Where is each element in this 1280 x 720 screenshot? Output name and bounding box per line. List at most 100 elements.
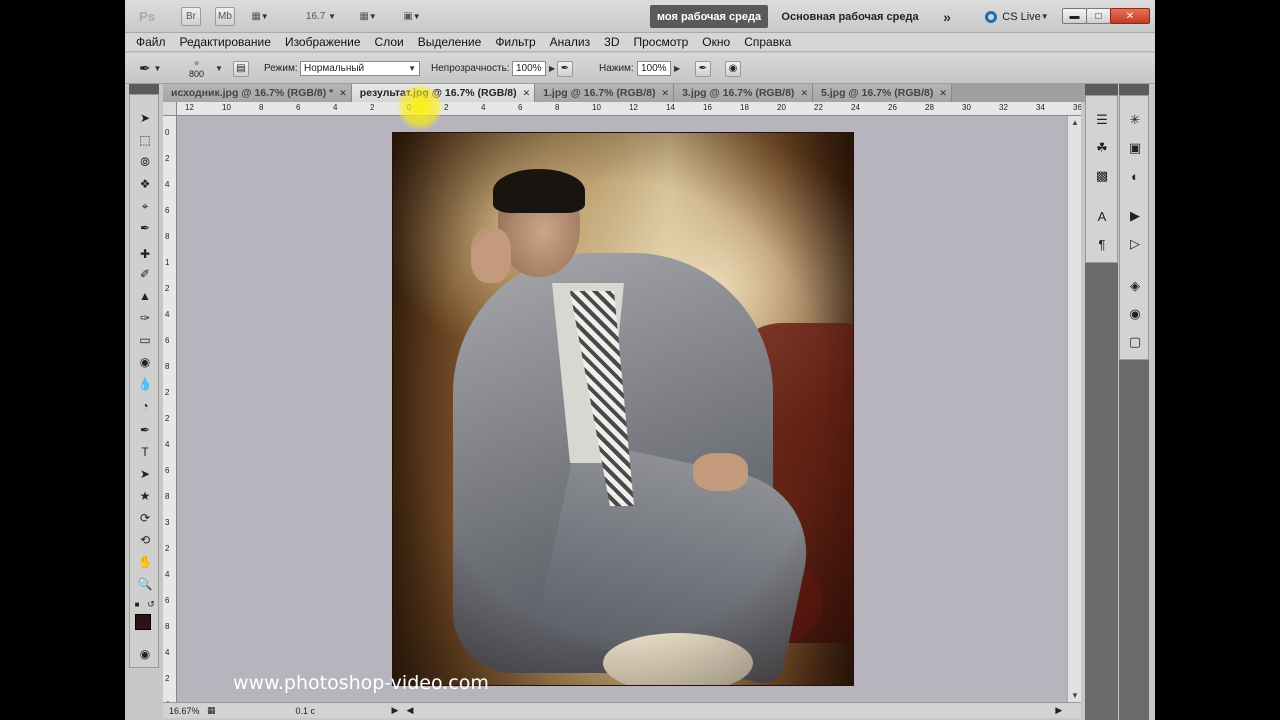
marquee-tool-icon[interactable]: ⬚ <box>136 131 154 149</box>
menu-layers[interactable]: Слои <box>375 35 404 49</box>
arrange-documents-icon[interactable]: ▦ ▼ <box>353 7 383 26</box>
history-brush-tool-icon[interactable]: ✑ <box>136 309 154 327</box>
mode-select[interactable]: Нормальный ▼ <box>300 53 420 84</box>
airbrush-toggle[interactable]: ✒ <box>695 53 711 84</box>
close-icon[interactable]: ✕ <box>800 88 808 99</box>
tab-1[interactable]: 1.jpg @ 16.7% (RGB/8) ✕ <box>535 84 675 102</box>
navigator-icon[interactable]: ✳ <box>1125 110 1145 130</box>
document-info-icon[interactable]: ▦ <box>207 705 216 716</box>
quick-selection-tool-icon[interactable]: ❖ <box>136 175 154 193</box>
panel-dock-header-2[interactable] <box>1119 84 1149 95</box>
zoom-tool-icon[interactable]: 🔍 <box>136 575 154 593</box>
hand-tool-icon[interactable]: ✋ <box>136 553 154 571</box>
horizontal-ruler[interactable]: 1210864202468101214161820222426283032343… <box>177 102 1081 116</box>
dodge-tool-icon[interactable]: ◔ <box>136 397 154 415</box>
toolbox-header[interactable] <box>129 84 159 94</box>
tab-result[interactable]: результат.jpg @ 16.7% (RGB/8)✕ <box>351 84 536 102</box>
workspace-essentials-button[interactable]: Основная рабочая среда <box>777 7 923 26</box>
layers-icon[interactable]: ◈ <box>1125 276 1145 296</box>
actions-icon[interactable]: ▶ <box>1125 206 1145 226</box>
screen-mode-icon[interactable]: ▣ ▼ <box>397 7 427 26</box>
move-tool-icon[interactable]: ➤ <box>136 109 154 127</box>
menu-select[interactable]: Выделение <box>418 35 482 49</box>
brush-picker[interactable]: ● 800 <box>189 53 204 84</box>
menu-window[interactable]: Окно <box>702 35 730 49</box>
tab-3[interactable]: 3.jpg @ 16.7% (RGB/8) ✕ <box>674 84 813 102</box>
zoom-level-dropdown[interactable]: 16.7 ▼ <box>301 7 341 26</box>
tab-source[interactable]: исходник.jpg @ 16.7% (RGB/8) * ✕ <box>163 84 352 102</box>
menu-view[interactable]: Просмотр <box>633 35 688 49</box>
hscroll-right-icon[interactable]: ▶ <box>1055 705 1062 716</box>
swap-colors-icon[interactable]: ↺ <box>146 595 156 613</box>
clone-source-icon[interactable]: ▩ <box>1092 166 1112 186</box>
menu-edit[interactable]: Редактирование <box>180 35 271 49</box>
menu-3d[interactable]: 3D <box>604 35 619 49</box>
workspace-my-button[interactable]: моя рабочая среда <box>650 5 768 28</box>
eraser-tool-icon[interactable]: ▭ <box>136 331 154 349</box>
document-image[interactable] <box>392 132 854 686</box>
3d-orbit-tool-icon[interactable]: ⟲ <box>136 531 154 549</box>
channels-icon[interactable]: ◉ <box>1125 304 1145 324</box>
minimize-button[interactable]: ▬ <box>1062 8 1087 24</box>
cs-live-button[interactable]: CS Live ▼ <box>977 7 1057 26</box>
tab-5[interactable]: 5.jpg @ 16.7% (RGB/8) ✕ <box>812 84 952 102</box>
opacity-slider-icon[interactable]: ▶ <box>549 64 555 73</box>
paint-bucket-tool-icon[interactable]: ◉ <box>136 353 154 371</box>
custom-shape-tool-icon[interactable]: ★ <box>136 487 154 505</box>
close-icon[interactable]: ✕ <box>939 88 947 99</box>
menu-image[interactable]: Изображение <box>285 35 361 49</box>
opacity-input[interactable]: 100% ▶ <box>512 53 555 84</box>
character-icon[interactable]: A <box>1092 206 1112 226</box>
animation-icon[interactable]: ▷ <box>1125 234 1145 254</box>
brush-presets-icon[interactable]: ☘ <box>1092 138 1112 158</box>
menu-file[interactable]: Файл <box>136 35 166 49</box>
quick-mask-icon[interactable]: ◉ <box>136 645 154 663</box>
tablet-size-toggle[interactable]: ◉ <box>725 53 741 84</box>
bridge-button[interactable]: Br <box>181 7 201 26</box>
crop-tool-icon[interactable]: ⌖ <box>136 197 154 215</box>
adjustments-icon[interactable]: ◐ <box>1125 166 1145 186</box>
clone-stamp-tool-icon[interactable]: ▲ <box>136 287 154 305</box>
pressure-input[interactable]: 100% ▶ <box>637 53 680 84</box>
adjust-icon[interactable]: ☰ <box>1092 110 1112 130</box>
extras-icon[interactable]: ▦ ▼ <box>247 7 273 26</box>
brush-panel-toggle[interactable]: ▤ <box>233 53 249 84</box>
pressure-slider-icon[interactable]: ▶ <box>674 64 680 73</box>
path-selection-tool-icon[interactable]: ➤ <box>136 465 154 483</box>
scroll-up-icon[interactable]: ▲ <box>1071 118 1079 127</box>
ruler-origin[interactable] <box>163 102 177 116</box>
mini-bridge-button[interactable]: Mb <box>215 7 235 26</box>
masks-icon[interactable]: ▣ <box>1125 138 1145 158</box>
close-icon[interactable]: ✕ <box>662 88 670 99</box>
menu-filter[interactable]: Фильтр <box>495 35 535 49</box>
hscroll-left-icon[interactable]: ◀ <box>406 705 413 716</box>
panel-dock-header-1[interactable] <box>1085 84 1118 95</box>
type-tool-icon[interactable]: T <box>136 443 154 461</box>
paths-icon[interactable]: ▢ <box>1125 332 1145 352</box>
menu-analysis[interactable]: Анализ <box>550 35 591 49</box>
menu-help[interactable]: Справка <box>744 35 791 49</box>
blur-tool-icon[interactable]: 💧 <box>136 375 154 393</box>
paragraph-icon[interactable]: ¶ <box>1092 234 1112 254</box>
scroll-down-icon[interactable]: ▼ <box>1071 691 1079 700</box>
eyedropper-tool-icon[interactable]: ✒ <box>136 219 154 237</box>
foreground-color-swatch[interactable] <box>135 614 151 630</box>
workspace-more-icon[interactable]: » <box>937 7 957 26</box>
brush-tool-icon[interactable]: ✐ <box>136 265 154 283</box>
healing-brush-tool-icon[interactable]: ✚ <box>136 245 154 263</box>
maximize-button[interactable]: □ <box>1086 8 1111 24</box>
close-window-button[interactable]: ✕ <box>1110 8 1150 24</box>
close-icon[interactable]: ✕ <box>339 88 347 99</box>
status-menu-icon[interactable]: ▶ <box>392 705 399 716</box>
vertical-scrollbar[interactable]: ▲ ▼ <box>1067 116 1081 702</box>
close-icon[interactable]: ✕ <box>523 88 531 99</box>
vertical-ruler[interactable]: 02468124682246832468424 <box>163 116 177 702</box>
pen-tool-icon[interactable]: ✒ <box>136 421 154 439</box>
tool-preset-picker[interactable]: ✒ ▼ <box>139 53 161 84</box>
zoom-field[interactable]: 16.67% <box>163 706 203 716</box>
3d-rotate-tool-icon[interactable]: ⟳ <box>136 509 154 527</box>
lasso-tool-icon[interactable]: ⦾ <box>136 153 154 171</box>
document-canvas[interactable]: www.photoshop-video.com <box>177 116 1067 702</box>
airbrush-opacity-toggle[interactable]: ✒ <box>557 53 573 84</box>
default-colors-icon[interactable]: ■ <box>132 595 142 613</box>
